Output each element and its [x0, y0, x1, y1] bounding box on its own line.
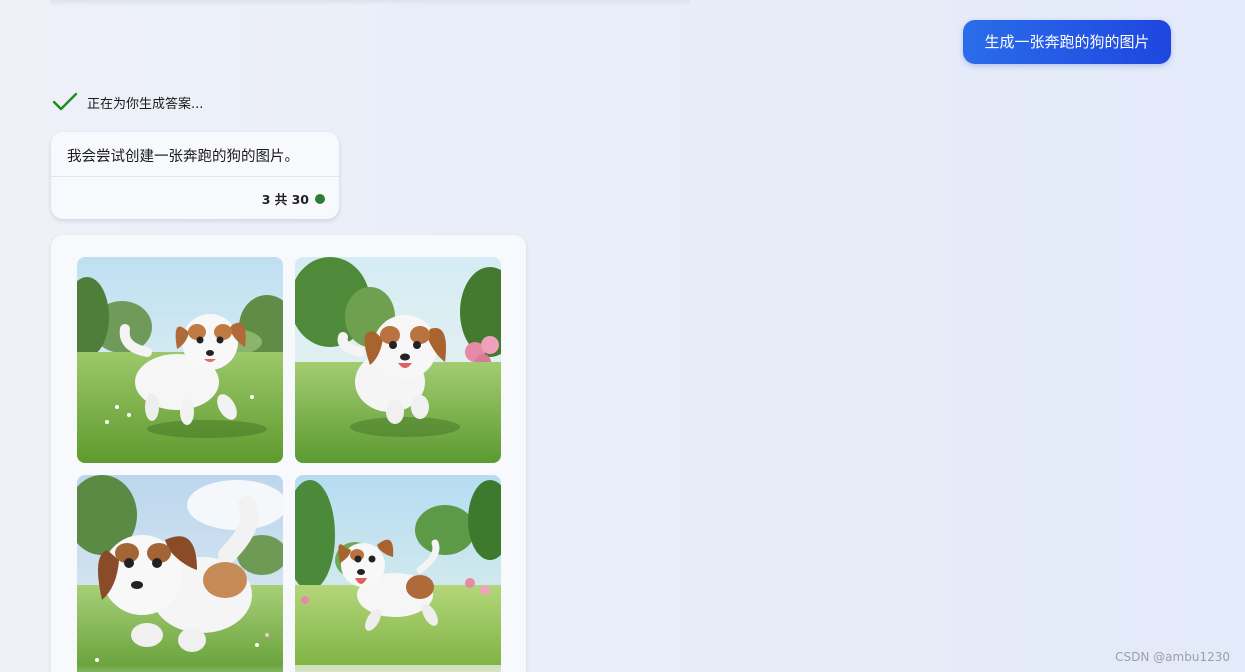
status-text: 正在为你生成答案...	[87, 96, 204, 112]
watermark: CSDN @ambu1230	[1115, 650, 1230, 664]
turn-counter-text: 3 共 30	[261, 192, 309, 207]
generated-image-2[interactable]	[295, 257, 501, 463]
user-message-bubble: 生成一张奔跑的狗的图片	[963, 20, 1171, 64]
check-icon	[52, 91, 78, 113]
turn-counter: 3 共 30	[262, 189, 325, 208]
bot-message-card: 我会尝试创建一张奔跑的狗的图片。 3 共 30	[51, 132, 339, 219]
generated-image-1[interactable]	[77, 257, 283, 463]
status-dot-icon	[315, 193, 325, 204]
generated-images-card	[51, 235, 526, 672]
generated-image-3[interactable]	[77, 475, 283, 672]
bottom-fade	[51, 665, 526, 672]
generation-status: 正在为你生成答案...	[52, 90, 203, 114]
generated-image-4[interactable]	[295, 475, 501, 672]
bot-message-text: 我会尝试创建一张奔跑的狗的图片。	[67, 149, 299, 165]
divider	[51, 176, 339, 177]
top-fade	[50, 0, 690, 6]
